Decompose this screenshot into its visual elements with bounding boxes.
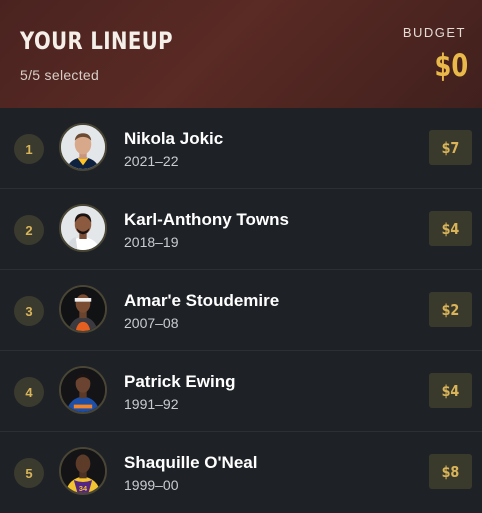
cost-label: $7 [441,138,460,157]
player-name: Patrick Ewing [124,372,236,391]
cost-badge[interactable]: $7 [429,130,472,165]
lakers-player-avatar-icon: 34 [61,449,105,493]
rank-badge: 5 [14,458,44,488]
cost-label: $8 [441,462,460,481]
player-season: 1991–92 [124,396,179,412]
cost-badge[interactable]: $4 [429,373,472,408]
player-name: Amar'e Stoudemire [124,291,280,310]
player-avatar [59,366,107,414]
suns-player-avatar-icon [61,287,105,331]
budget-label: BUDGET [402,25,466,40]
cost-label: $4 [441,381,460,400]
player-avatar: 34 [59,447,107,495]
rank-badge: 1 [14,134,44,164]
lineup-header: YOUR LINEUP 5/5 selected BUDGET $0 [0,0,482,108]
lineup-row[interactable]: 5 34 Shaquille O'Neal 1999–00 $8 [0,432,482,513]
cost-badge[interactable]: $8 [429,454,472,489]
player-avatar [59,204,107,252]
player-season: 2018–19 [124,234,179,250]
lineup-row[interactable]: 4 Patrick Ewing 1991–92 $4 [0,351,482,432]
nuggets-player-avatar-icon [61,125,105,169]
cost-badge[interactable]: $2 [429,292,472,327]
rank-badge: 3 [14,296,44,326]
player-season: 2007–08 [124,315,179,331]
player-name: Shaquille O'Neal [124,453,258,472]
lineup-row[interactable]: 3 Amar'e Stoudemire 2007–08 $2 [0,270,482,351]
lineup-row[interactable]: 1 Nikola Jokic 2021–22 $7 [0,108,482,189]
budget-value: $0 [434,48,468,84]
player-name: Nikola Jokic [124,129,224,148]
player-season: 1999–00 [124,477,179,493]
page-title: YOUR LINEUP [20,27,173,55]
timberwolves-player-avatar-icon [61,206,105,250]
player-avatar [59,123,107,171]
svg-text:34: 34 [79,484,88,493]
lineup-list: 1 Nikola Jokic 2021–22 $7 2 Karl-Anthony… [0,108,482,513]
rank-badge: 4 [14,377,44,407]
rank-badge: 2 [14,215,44,245]
knicks-player-avatar-icon [61,368,105,412]
player-name: Karl-Anthony Towns [124,210,289,229]
player-season: 2021–22 [124,153,179,169]
player-avatar [59,285,107,333]
cost-badge[interactable]: $4 [429,211,472,246]
cost-label: $4 [441,219,460,238]
selected-count: 5/5 selected [20,67,100,83]
lineup-row[interactable]: 2 Karl-Anthony Towns 2018–19 $4 [0,189,482,270]
cost-label: $2 [441,300,460,319]
